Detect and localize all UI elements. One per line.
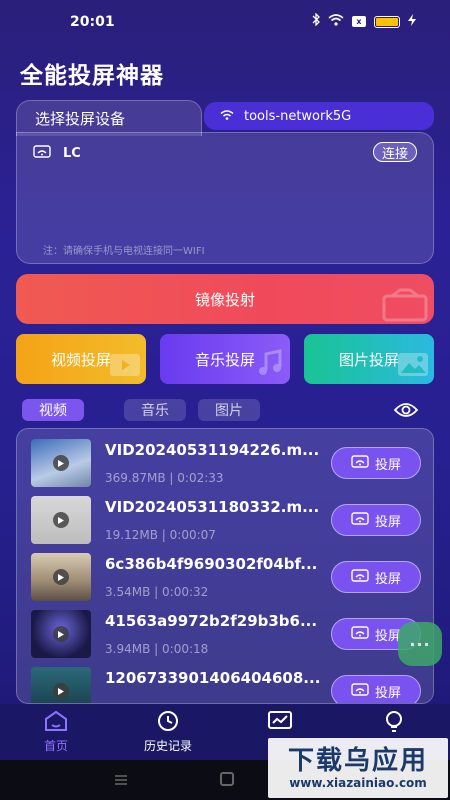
charging-icon (408, 13, 416, 30)
file-list[interactable]: VID20240531194226.m... 369.87MB | 0:02:3… (16, 428, 434, 704)
status-time: 20:01 (70, 14, 115, 30)
cast-icon (351, 511, 369, 529)
connect-button[interactable]: 连接 (372, 142, 417, 162)
image-icon (396, 350, 430, 382)
play-icon (53, 512, 69, 528)
cast-icon (351, 454, 369, 472)
cast-label: 投屏 (374, 457, 401, 473)
cast-button[interactable]: 投屏 (331, 675, 421, 703)
file-meta: 3.54MB | 0:00:32 (105, 585, 209, 599)
watermark-logo: 下载乌应用 www.xiazainiao.com (268, 738, 448, 798)
list-item[interactable]: 41563a9972b2f29b3b6... 3.94MB | 0:00:18 … (17, 610, 433, 668)
cast-label: 投屏 (374, 685, 401, 701)
chart-icon (240, 710, 320, 735)
video-thumbnail (31, 496, 91, 544)
clock-icon (128, 710, 208, 735)
device-item[interactable]: LC (33, 145, 81, 162)
nav-stats[interactable] (240, 710, 320, 737)
music-note-icon (256, 348, 286, 382)
battery-icon (374, 15, 400, 28)
status-icons: x (312, 12, 416, 30)
watermark-sub: www.xiazainiao.com (289, 776, 427, 790)
status-bar: 20:01 x (0, 0, 450, 44)
wifi-icon (220, 109, 234, 124)
file-title: 41563a9972b2f29b3b6... (105, 612, 318, 630)
video-thumbnail (31, 553, 91, 601)
file-title: VID20240531180332.m... (105, 498, 320, 516)
tab-select-device[interactable]: 选择投屏设备 (16, 100, 202, 136)
file-meta: 369.87MB | 0:02:33 (105, 471, 224, 485)
floating-more-button[interactable]: ··· (398, 622, 442, 666)
cast-icon (351, 568, 369, 586)
device-card: LC 连接 注：请确保手机与电视连接同一WIFI (16, 132, 434, 264)
app-title: 全能投屏神器 (20, 63, 164, 89)
nav-history-label: 历史记录 (143, 739, 192, 753)
music-cast-label: 音乐投屏 (194, 350, 255, 369)
video-thumbnail (31, 610, 91, 658)
nav-home[interactable]: 首页 (16, 710, 96, 754)
cast-label: 投屏 (374, 571, 401, 587)
wifi-icon (328, 13, 344, 30)
mirror-cast-label: 镜像投射 (194, 290, 255, 309)
cast-icon (351, 682, 369, 700)
play-icon (53, 455, 69, 471)
home-square-icon[interactable] (220, 772, 234, 786)
play-icon (53, 569, 69, 585)
bulb-icon (354, 710, 434, 737)
menu-icon[interactable] (114, 772, 128, 791)
file-meta: 19.12MB | 0:00:07 (105, 528, 216, 542)
list-item[interactable]: VID20240531180332.m... 19.12MB | 0:00:07… (17, 496, 433, 554)
network-tab[interactable]: tools-network5G (204, 102, 434, 130)
video-thumbnail (31, 667, 91, 703)
video-thumbnail (31, 439, 91, 487)
play-icon (53, 683, 69, 699)
video-icon (108, 350, 142, 382)
list-item[interactable]: VID20240531194226.m... 369.87MB | 0:02:3… (17, 439, 433, 497)
list-item[interactable]: 6c386b4f9690302f04bf... 3.54MB | 0:00:32… (17, 553, 433, 611)
nav-home-label: 首页 (43, 739, 68, 753)
video-cast-label: 视频投屏 (50, 350, 111, 369)
cast-button[interactable]: 投屏 (331, 561, 421, 593)
list-item[interactable]: 1206733901406404608... 投屏 (17, 667, 433, 703)
bluetooth-icon (312, 12, 320, 30)
watermark-main: 下载乌应用 (287, 746, 428, 776)
image-cast-button[interactable]: 图片投屏 (304, 334, 434, 384)
play-icon (53, 626, 69, 642)
file-title: 1206733901406404608... (105, 669, 321, 687)
nav-history[interactable]: 历史记录 (128, 710, 208, 754)
image-cast-label: 图片投屏 (338, 350, 399, 369)
file-title: VID20240531194226.m... (105, 441, 320, 459)
nav-mine[interactable] (354, 710, 434, 739)
tab-video[interactable]: 视频 (22, 399, 84, 421)
sim-icon: x (352, 16, 366, 27)
cast-button[interactable]: 投屏 (331, 504, 421, 536)
tv-cast-icon (33, 145, 51, 162)
tab-image[interactable]: 图片 (198, 399, 260, 421)
music-cast-button[interactable]: 音乐投屏 (160, 334, 290, 384)
eye-icon[interactable] (393, 401, 419, 423)
tab-music[interactable]: 音乐 (124, 399, 186, 421)
home-icon (16, 710, 96, 735)
mirror-cast-button[interactable]: 镜像投射 (16, 274, 434, 324)
file-title: 6c386b4f9690302f04bf... (105, 555, 318, 573)
video-cast-button[interactable]: 视频投屏 (16, 334, 146, 384)
network-name: tools-network5G (244, 108, 352, 124)
file-meta: 3.94MB | 0:00:18 (105, 642, 209, 656)
mirror-decor-icon (382, 288, 428, 324)
device-name: LC (63, 146, 81, 161)
device-hint: 注：请确保手机与电视连接同一WIFI (43, 246, 205, 257)
cast-icon (351, 625, 369, 643)
cast-label: 投屏 (374, 514, 401, 530)
cast-button[interactable]: 投屏 (331, 447, 421, 479)
